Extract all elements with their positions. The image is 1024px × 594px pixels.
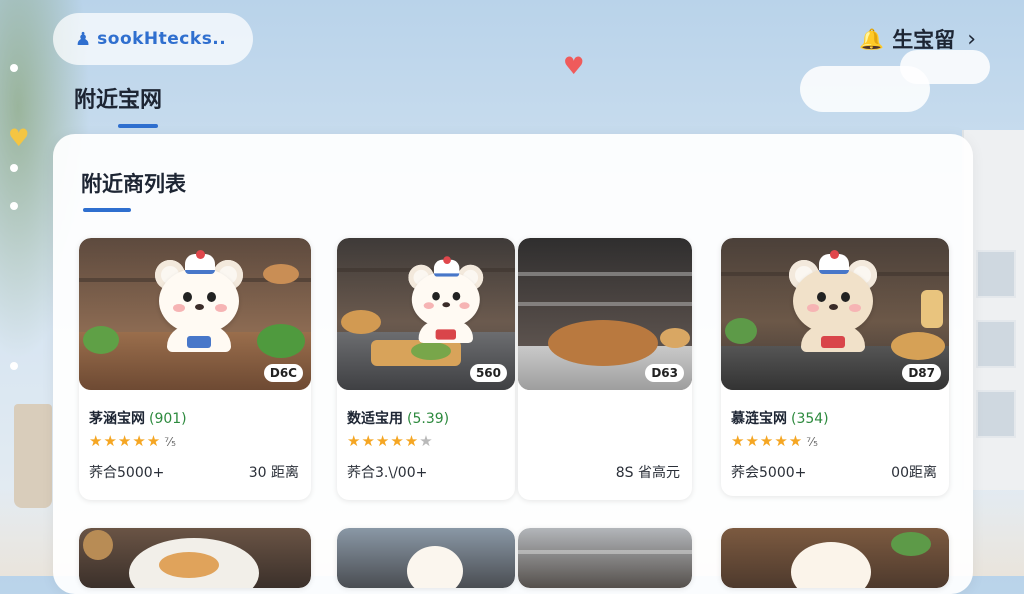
page-title: 附近宝网 [74,88,163,113]
background-cloud [900,50,990,84]
rating-suffix: ⁷⁄₅ [806,435,818,449]
notifications-label: 生宝留 [892,28,956,52]
account-pill[interactable]: ♟ sookHtecks.. [53,13,253,65]
stars-empty: ★ [419,432,434,450]
stars-filled: ★★★★★ [89,432,162,450]
star-rating: ★★★★★★ [347,432,437,450]
merchant-photo: D87 [721,238,949,390]
merchant-score: (5.39) [407,411,450,427]
stars-filled: ★★★★★ [731,432,804,450]
heart-icon: ♥ [8,124,30,152]
sales-count: 荞会5000+ [731,465,807,481]
price-badge: 560 [469,364,507,382]
merchant-card[interactable] [518,528,692,588]
background-pot [14,404,52,508]
merchant-card[interactable] [337,528,515,588]
merchant-name: 茅涵宝网 [89,411,145,427]
sales-count: 荞合5000+ [89,465,165,481]
heart-balloon-icon: ♥ [563,52,585,80]
star-rating [528,432,531,450]
price-badge: D6C [263,364,303,382]
decor-dot [10,164,18,172]
notifications-link[interactable]: 🔔 生宝留 › [859,24,976,54]
distance: 30 距离 [248,465,299,481]
merchant-name-row [528,408,532,424]
merchant-list-panel: 附近商列表 D6C 茅涵宝网 (901) ★★★★★ ⁷⁄₅ 荞合5000+ 3… [53,134,973,594]
merchant-photo: D6C [79,238,311,390]
merchant-name-row: 慕涟宝网 (354) [731,408,829,428]
merchant-card[interactable]: D63 8S 省高元 [518,238,692,500]
merchant-photo: D63 [518,238,692,390]
distance: 00距离 [891,465,937,481]
merchant-score: (901) [149,411,187,427]
distance: 8S 省高元 [615,465,680,481]
merchant-card[interactable] [721,528,949,588]
merchant-photo [337,528,515,588]
building-window [976,250,1016,298]
person-icon: ♟ [75,28,92,50]
star-rating: ★★★★★ ⁷⁄₅ [89,432,176,450]
page-title-underline [118,124,158,128]
merchant-card[interactable]: D6C 茅涵宝网 (901) ★★★★★ ⁷⁄₅ 荞合5000+ 30 距离 [79,238,311,500]
panel-title: 附近商列表 [81,172,186,196]
merchant-photo: 560 [337,238,515,390]
building-window [976,390,1016,438]
merchant-card[interactable]: 560 数适宝用 (5.39) ★★★★★★ 荞合3.\/00+ [337,238,515,500]
merchant-card[interactable]: D87 慕涟宝网 (354) ★★★★★ ⁷⁄₅ 荞会5000+ 00距离 [721,238,949,496]
price-badge: D63 [645,364,684,382]
building-window [976,320,1016,368]
merchant-name-row: 茅涵宝网 (901) [89,408,187,428]
chevron-right-icon: › [967,26,976,52]
stars-filled: ★★★★★ [347,432,420,450]
merchant-photo [721,528,949,588]
account-name: sookHtecks.. [97,29,227,49]
decor-dot [10,362,18,370]
merchant-card[interactable] [79,528,311,588]
merchant-name-row: 数适宝用 (5.39) [347,408,449,428]
sales-count: 荞合3.\/00+ [347,465,428,481]
merchant-name: 数适宝用 [347,411,403,427]
merchant-name: 慕涟宝网 [731,411,787,427]
rating-suffix: ⁷⁄₅ [164,435,176,449]
panel-title-underline [83,208,131,212]
merchant-photo [79,528,311,588]
price-badge: D87 [902,364,941,382]
decor-dot [10,202,18,210]
star-rating: ★★★★★ ⁷⁄₅ [731,432,818,450]
bell-icon: 🔔 [859,27,885,51]
decor-dot [10,64,18,72]
merchant-score: (354) [791,411,829,427]
merchant-photo [518,528,692,588]
